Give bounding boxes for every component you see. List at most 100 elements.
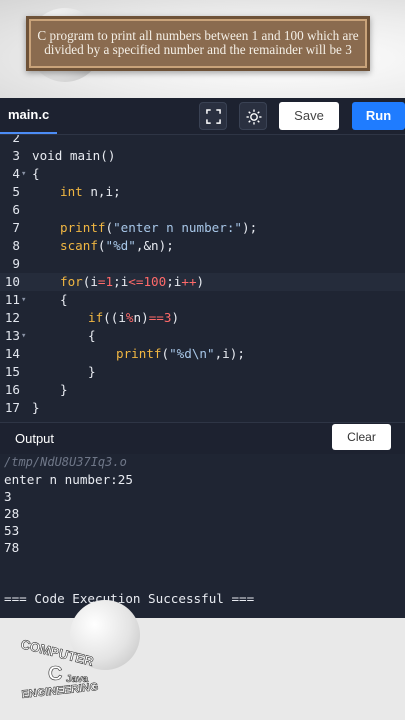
- code-text: (i: [82, 274, 98, 289]
- title-banner: C program to print all numbers between 1…: [26, 16, 370, 71]
- line-number: 16: [4, 382, 20, 397]
- string-literal: "%d": [105, 238, 136, 253]
- code-text: ): [196, 274, 205, 289]
- code-text: ((i: [103, 310, 126, 325]
- line-number: 2: [12, 135, 20, 145]
- code-line: 12 if((i%n)==3): [0, 309, 405, 327]
- output-console[interactable]: /tmp/NdU8U37Iq3.o enter n number:25 3 28…: [0, 454, 405, 618]
- code-line: 14 printf("%d\n",i);: [0, 345, 405, 363]
- output-line: 78: [4, 540, 20, 555]
- operator: =: [97, 274, 106, 289]
- code-line: 9: [0, 255, 405, 273]
- output-header: Output Clear: [0, 422, 405, 455]
- output-line-tmp-path: /tmp/NdU8U37Iq3.o: [4, 455, 127, 469]
- code-line: 13 ▾ {: [0, 327, 405, 345]
- code-line: 4 ▾ {: [0, 165, 405, 183]
- fullscreen-icon: [206, 109, 221, 124]
- code-text: }: [32, 400, 40, 415]
- code-text: }: [60, 382, 68, 397]
- code-line: 16 }: [0, 381, 405, 399]
- keyword: if: [88, 310, 104, 325]
- line-number: 3: [12, 148, 20, 163]
- fold-arrow-icon[interactable]: ▾: [21, 165, 26, 183]
- code-text: void main(): [32, 148, 116, 163]
- line-number: 4: [12, 166, 20, 181]
- string-literal: "%d\n": [169, 346, 215, 361]
- line-number: 17: [4, 400, 20, 415]
- line-number: 10: [4, 274, 20, 289]
- code-text: (: [161, 346, 170, 361]
- banner-line-2: divided by a specified number and the re…: [44, 42, 352, 57]
- line-number: 8: [12, 238, 20, 253]
- operator: <=: [128, 274, 144, 289]
- operator: %: [125, 310, 134, 325]
- clear-button[interactable]: Clear: [332, 424, 391, 450]
- operator: ==: [148, 310, 164, 325]
- code-line: 15 }: [0, 363, 405, 381]
- output-line: 53: [4, 523, 20, 538]
- line-number: 6: [12, 202, 20, 217]
- code-line: 5 int n,i;: [0, 183, 405, 201]
- code-text: ;i: [166, 274, 182, 289]
- logo-letter-c: C: [48, 663, 62, 685]
- output-line: enter n number:25: [4, 472, 133, 487]
- fold-arrow-icon[interactable]: ▾: [21, 291, 26, 309]
- fold-arrow-icon[interactable]: ▾: [21, 327, 26, 345]
- editor-toolbar: main.c Save Run: [0, 98, 405, 135]
- code-text: {: [60, 292, 68, 307]
- code-text: ): [171, 310, 180, 325]
- code-text: ,&n);: [135, 238, 174, 253]
- code-editor[interactable]: 2 3 void main() 4 ▾ { 5 int n,i; 6 7 pri…: [0, 135, 405, 422]
- line-number: 9: [12, 256, 20, 271]
- code-line: 17 }: [0, 399, 405, 417]
- save-button[interactable]: Save: [279, 102, 339, 130]
- online-compiler-window: main.c Save Run 2 3 void main() 4 ▾ {5 …: [0, 98, 405, 618]
- keyword: int: [60, 184, 83, 199]
- number-literal: 100: [143, 274, 167, 289]
- string-literal: "enter n number:": [113, 220, 242, 235]
- brightness-icon: [246, 109, 262, 125]
- function-name: printf: [116, 346, 162, 361]
- banner-line-1: C program to print all numbers between 1…: [37, 28, 359, 43]
- run-button[interactable]: Run: [352, 102, 405, 130]
- function-name: scanf: [60, 238, 98, 253]
- line-number: 12: [4, 310, 20, 325]
- line-number: 5: [12, 184, 20, 199]
- line-number: 13: [4, 328, 20, 343]
- output-label: Output: [15, 431, 55, 446]
- logo-word-engineering: ENGINEERING: [21, 681, 99, 701]
- line-number: 15: [4, 364, 20, 379]
- code-line: 8 scanf("%d",&n);: [0, 237, 405, 255]
- code-text: n,i;: [82, 184, 121, 199]
- output-line: 3: [4, 489, 12, 504]
- code-line: 2: [0, 135, 405, 147]
- operator: ++: [181, 274, 197, 289]
- code-text: {: [88, 328, 96, 343]
- number-literal: 1: [105, 274, 114, 289]
- function-name: printf: [60, 220, 106, 235]
- line-number: 7: [12, 220, 20, 235]
- line-number: 14: [4, 346, 20, 361]
- code-line: 3 void main(): [0, 147, 405, 165]
- line-number: 11: [4, 292, 20, 307]
- fullscreen-button[interactable]: [199, 102, 227, 130]
- code-text: ,i);: [214, 346, 245, 361]
- code-text: ;i: [113, 274, 129, 289]
- code-text: n): [133, 310, 149, 325]
- code-line: 11 ▾ {: [0, 291, 405, 309]
- code-text: }: [88, 364, 96, 379]
- theme-toggle-button[interactable]: [239, 102, 267, 130]
- code-text: (: [97, 238, 106, 253]
- output-line-success: === Code Execution Successful ===: [4, 591, 255, 606]
- keyword: for: [60, 274, 83, 289]
- code-text: );: [242, 220, 258, 235]
- computer-engineering-logo: COMPUTER C Java ENGINEERING: [8, 628, 118, 706]
- code-text: {: [32, 166, 40, 181]
- tab-main-c[interactable]: main.c: [0, 98, 58, 134]
- logo-graphic: COMPUTER C Java ENGINEERING: [19, 636, 99, 701]
- code-line: 7 printf("enter n number:");: [0, 219, 405, 237]
- code-line-active: 10 for(i=1;i<=100;i++): [0, 273, 405, 291]
- output-line: 28: [4, 506, 20, 521]
- code-text: (: [105, 220, 114, 235]
- code-line: 6: [0, 201, 405, 219]
